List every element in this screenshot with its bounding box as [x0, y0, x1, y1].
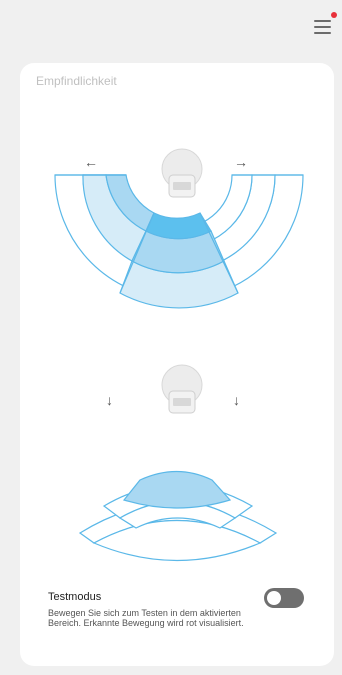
menu-button[interactable] — [310, 12, 337, 40]
detection-zones-side[interactable] — [78, 471, 278, 562]
top-bar — [0, 0, 342, 48]
arrow-down-left-icon: ↓ — [106, 392, 113, 408]
notification-dot — [331, 12, 337, 18]
sensor-device-icon — [161, 148, 203, 198]
toggle-knob — [267, 591, 281, 605]
testmode-toggle[interactable] — [264, 588, 304, 608]
sensor-device-side-icon — [161, 364, 203, 414]
sensitivity-card: Empfindlichkeit ← → ↓ ↓ Testmodus Bewege… — [20, 63, 334, 666]
card-title: Empfindlichkeit — [36, 74, 117, 88]
testmode-description: Bewegen Sie sich zum Testen in dem aktiv… — [48, 608, 244, 628]
arrow-down-right-icon: ↓ — [233, 392, 240, 408]
side-view-diagram — [78, 471, 278, 562]
testmode-title: Testmodus — [48, 591, 102, 603]
